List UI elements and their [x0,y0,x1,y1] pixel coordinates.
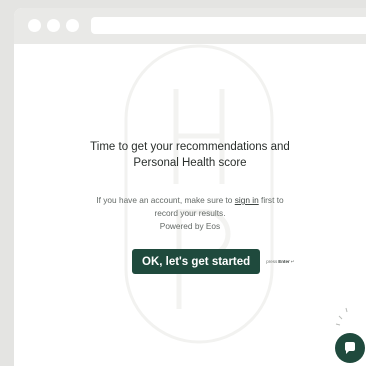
hint-key: Enter [278,259,290,264]
browser-titlebar [14,8,366,44]
window-close-button[interactable] [28,19,41,32]
info-suffix: first to [258,195,284,205]
chat-bubble-icon [344,342,355,354]
get-started-button[interactable]: OK, let's get started [132,249,261,274]
info-line-1: If you have an account, make sure to sig… [14,194,366,207]
enter-key-hint: press Enter ↵ [266,259,294,265]
address-bar[interactable] [91,17,366,34]
cta-row: OK, let's get started press Enter ↵ [132,249,295,274]
headline-line-1: Time to get your recommendations and [90,141,290,153]
info-line-2: record your results. [154,208,226,218]
powered-by: Powered by Eos [159,221,221,231]
page-title: Time to get your recommendations and Per… [14,139,366,171]
account-info: If you have an account, make sure to sig… [14,194,366,233]
hint-press: press [266,259,278,264]
window-minimize-button[interactable] [47,19,60,32]
headline-line-2: Personal Health score [133,157,247,169]
sparkle-decoration-icon [335,307,348,326]
enter-icon: ↵ [290,258,295,264]
sign-in-link[interactable]: sign in [235,195,259,205]
window-maximize-button[interactable] [66,19,79,32]
browser-window: Time to get your recommendations and Per… [14,8,366,366]
info-prefix: If you have an account, make sure to [96,195,235,205]
chat-button[interactable] [335,333,365,363]
